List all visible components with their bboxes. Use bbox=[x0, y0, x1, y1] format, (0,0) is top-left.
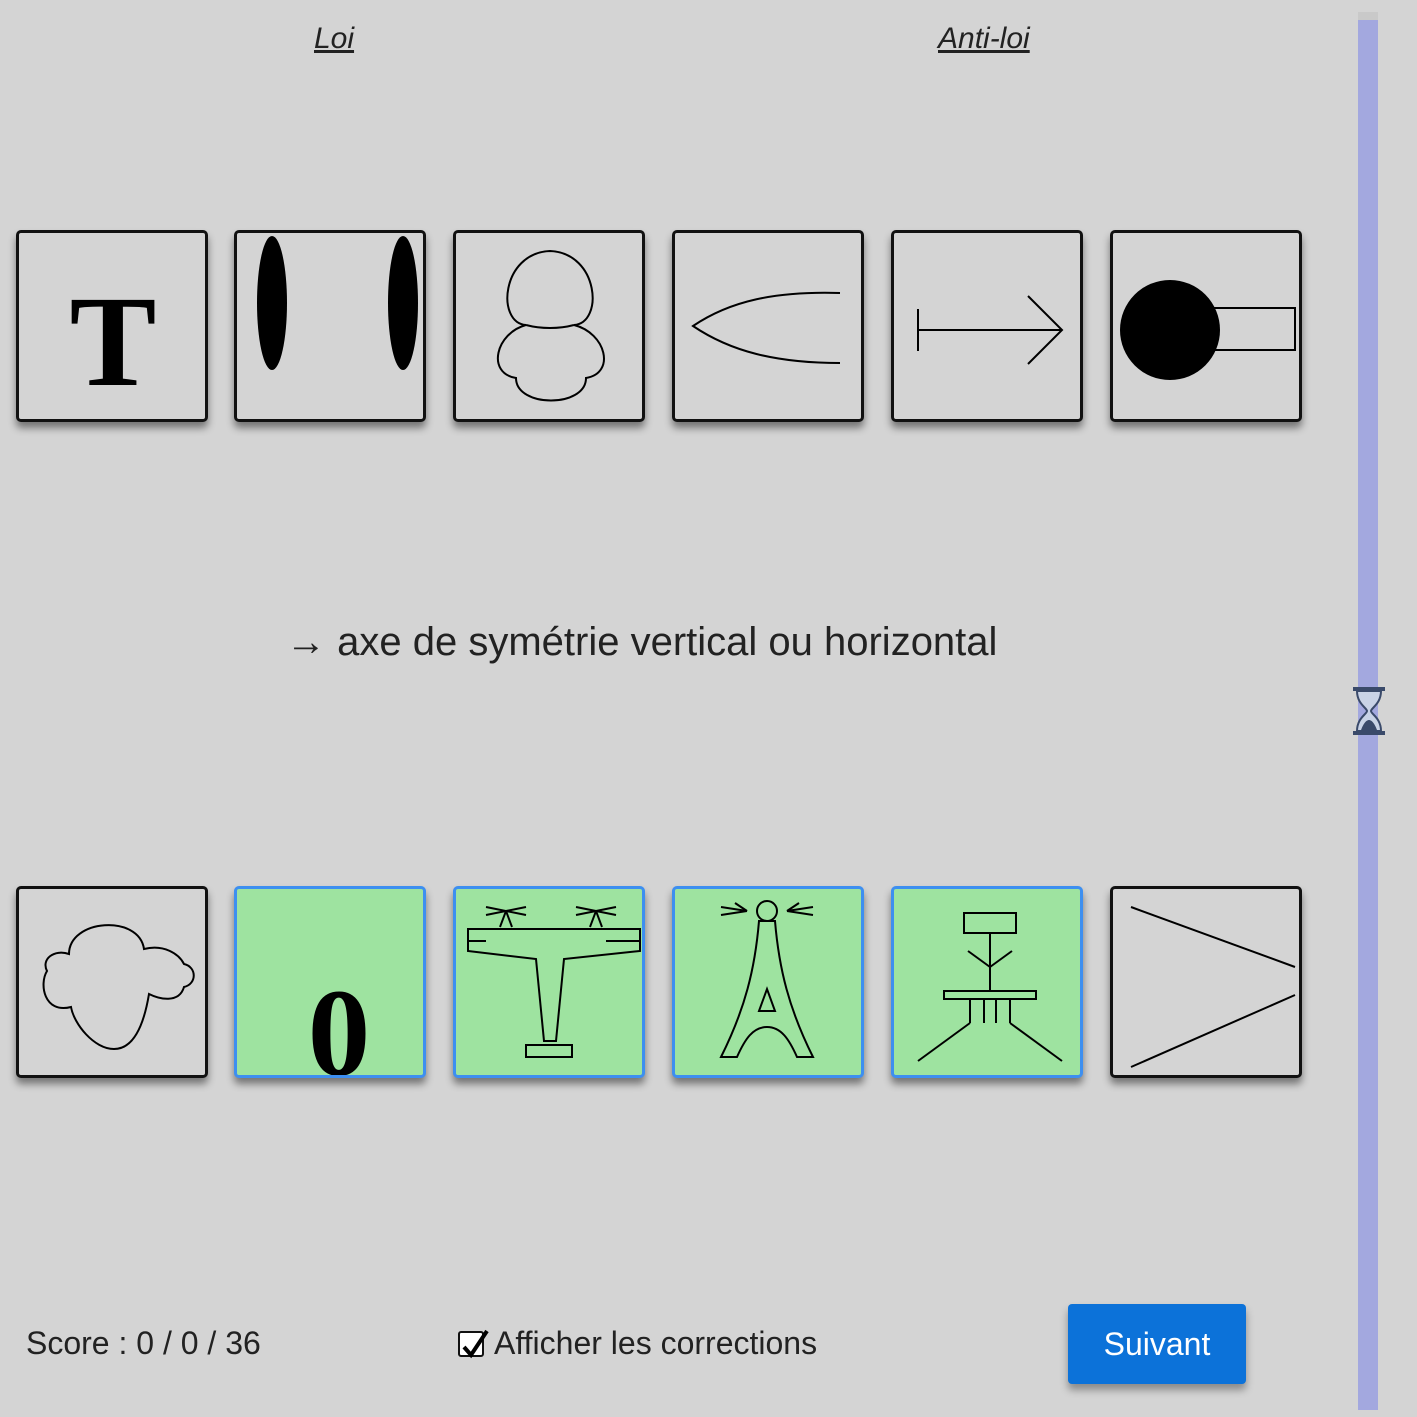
svg-text:0: 0 bbox=[308, 965, 371, 1075]
cloud-blob-icon bbox=[42, 924, 195, 1051]
rule-statement: → axe de symétrie vertical ou horizontal bbox=[286, 620, 998, 664]
answer-card-zero[interactable]: 0 bbox=[234, 886, 426, 1078]
score-display: Score : 0 / 0 / 36 bbox=[26, 1325, 261, 1361]
lens-curve-icon bbox=[691, 291, 841, 364]
show-corrections-checkbox[interactable] bbox=[458, 1329, 489, 1358]
answer-card-figure[interactable] bbox=[891, 886, 1083, 1078]
svg-text:T: T bbox=[70, 270, 157, 414]
digit-zero-icon: 0 bbox=[308, 965, 371, 1075]
example-card-lens[interactable] bbox=[672, 230, 864, 422]
anti-law-column-header: Anti-loi bbox=[938, 22, 1030, 55]
answer-card-eiffel[interactable] bbox=[672, 886, 864, 1078]
circle-with-rectangle-icon bbox=[1120, 280, 1296, 380]
next-button[interactable]: Suivant bbox=[1068, 1304, 1246, 1384]
show-corrections-label: Afficher les corrections bbox=[494, 1325, 818, 1361]
show-corrections-toggle[interactable]: Afficher les corrections bbox=[458, 1325, 817, 1362]
two-vertical-ellipses-icon bbox=[257, 236, 418, 370]
arrow-right-bar-icon bbox=[917, 295, 1064, 365]
stacked-bubble-shape-icon bbox=[497, 249, 605, 402]
example-card-bubbles[interactable] bbox=[453, 230, 645, 422]
airplane-topview-icon bbox=[467, 906, 641, 1058]
example-card-t[interactable]: T bbox=[16, 230, 208, 422]
hourglass-icon bbox=[1353, 687, 1385, 735]
stick-figure-structure-icon bbox=[917, 912, 1063, 1062]
eiffel-tower-icon bbox=[719, 900, 815, 1058]
law-column-header: Loi bbox=[314, 22, 355, 55]
answer-card-cloud[interactable] bbox=[16, 886, 208, 1078]
answer-card-greater-than[interactable] bbox=[1110, 886, 1302, 1078]
greater-than-lines-icon bbox=[1130, 906, 1296, 1068]
example-card-arrow[interactable] bbox=[891, 230, 1083, 422]
answer-card-airplane[interactable] bbox=[453, 886, 645, 1078]
checkmark-icon bbox=[462, 1329, 489, 1358]
letter-T-icon: T bbox=[70, 270, 157, 414]
example-card-circle-rect[interactable] bbox=[1110, 230, 1302, 422]
example-card-ellipses[interactable] bbox=[234, 230, 426, 422]
